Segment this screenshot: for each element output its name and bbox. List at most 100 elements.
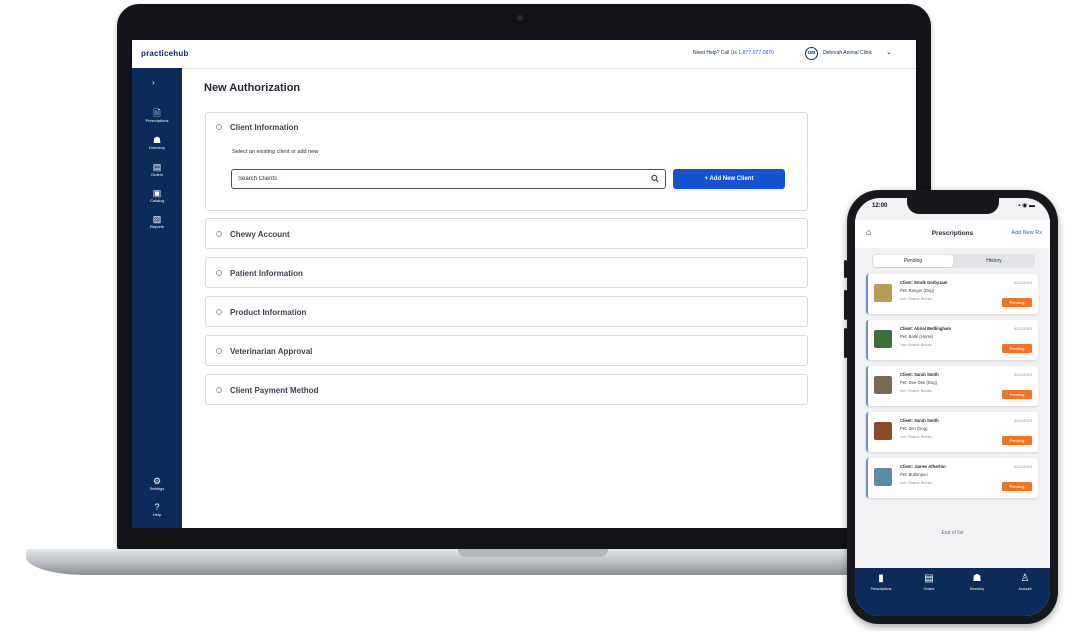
radio-icon[interactable] (216, 124, 222, 130)
patient-information-section[interactable]: Patient Information (205, 257, 808, 288)
end-of-list-text: End of list (941, 530, 964, 536)
laptop-device: practicehub Need Help? Call Us 1-877-977… (117, 4, 931, 552)
search-clients-box[interactable] (231, 169, 666, 189)
card-vet-name: Vet: Shane Becks (900, 296, 932, 301)
radio-icon[interactable] (216, 309, 222, 315)
tabbar-item-directory[interactable]: ☗ Directory (953, 573, 1001, 592)
tabbar-item-account[interactable]: ♙ Account (1001, 573, 1049, 592)
sidebar-item-help[interactable]: ? Help (132, 502, 182, 517)
sidebar-item-label: Settings (149, 486, 165, 491)
card-date: 6/21/2023 (1014, 418, 1032, 423)
paw-icon: ☗ (152, 135, 162, 145)
status-badge: Pending (1002, 436, 1032, 445)
mobile-tab-bar: ▮ Prescriptions ▤ Orders ☗ Directory ♙ Account (855, 568, 1050, 616)
radio-icon[interactable] (216, 348, 222, 354)
card-client-name: Client: Emrik Gorbyzam (900, 280, 948, 285)
section-title: Client Payment Method (230, 386, 319, 395)
status-badge: Pending (1002, 344, 1032, 353)
mobile-app-screen: 12:00 ▪ ◉ ▬ ⌂ Prescriptions Add New Rx P… (855, 198, 1050, 616)
card-pet-name: Pet: Barki (Horse) (900, 334, 934, 339)
client-payment-method-section[interactable]: Client Payment Method (205, 374, 808, 405)
tab-pending[interactable]: Pending (873, 255, 953, 267)
product-information-section[interactable]: Product Information (205, 296, 808, 327)
radio-icon[interactable] (216, 387, 222, 393)
clipboard-icon: ▤ (152, 162, 162, 172)
sidebar: › 🗎 Prescriptions ☗ Directory ▤ Orders ▣ Catalo… (132, 68, 182, 528)
radio-icon[interactable] (216, 270, 222, 276)
status-badge: Pending (1002, 298, 1032, 307)
user-menu-name[interactable]: Deborah Animal Clinic (823, 50, 872, 56)
card-date: 6/21/2023 (1014, 280, 1032, 285)
prescription-icon: ▮ (878, 573, 884, 584)
product-thumbnail (874, 284, 892, 302)
client-information-section: Client Information Select an existing cl… (205, 112, 808, 211)
tabbar-item-label: Account (1018, 587, 1032, 591)
tabbar-item-prescriptions[interactable]: ▮ Prescriptions (857, 573, 905, 592)
section-title: Patient Information (230, 269, 303, 278)
search-input[interactable] (238, 173, 633, 185)
card-vet-name: Vet: Shane Becks (900, 388, 932, 393)
prescription-card[interactable]: Client: Abrial Bedlingham Pet: Barki (Hor… (866, 320, 1038, 360)
orders-icon: ▤ (924, 573, 934, 584)
product-thumbnail (874, 422, 892, 440)
tabbar-item-label: Orders (923, 587, 935, 591)
veterinarian-approval-section[interactable]: Veterinarian Approval (205, 335, 808, 366)
tab-history[interactable]: History (954, 255, 1034, 267)
sidebar-item-label: Catalog (150, 198, 164, 203)
add-new-rx-link[interactable]: Add New Rx (1011, 230, 1042, 236)
sidebar-item-label: Orders (150, 172, 164, 177)
prescription-card[interactable]: Client: James Atherton Pet: Buttonpeo Vet:… (866, 458, 1038, 498)
sidebar-item-label: Directory (148, 145, 165, 150)
chevron-down-icon[interactable]: ⌄ (886, 48, 892, 56)
card-date: 6/21/2023 (1014, 464, 1032, 469)
sidebar-item-label: Prescriptions (145, 118, 169, 123)
card-pet-name: Pet: Ranger (Dog) (900, 288, 934, 293)
product-thumbnail (874, 330, 892, 348)
sidebar-item-directory[interactable]: ☗ Directory (132, 135, 182, 150)
card-date: 6/21/2023 (1014, 372, 1032, 377)
search-icon[interactable] (651, 174, 659, 184)
product-thumbnail (874, 468, 892, 486)
sidebar-item-label: Reports (149, 224, 164, 229)
radio-icon[interactable] (216, 231, 222, 237)
prescription-card[interactable]: Client: Sarah Smith Pet: Zen (Dog) Vet: Sh… (866, 412, 1038, 452)
status-badge: Pending (1002, 482, 1032, 491)
product-thumbnail (874, 376, 892, 394)
sidebar-item-reports[interactable]: ▨ Reports (132, 214, 182, 229)
user-avatar[interactable]: DM (805, 47, 818, 60)
reports-icon: ▨ (152, 214, 162, 224)
sidebar-item-label: Help (152, 512, 162, 517)
phone-volume-down (844, 328, 847, 358)
page-title: New Authorization (204, 82, 301, 94)
section-title[interactable]: Client Information (230, 123, 298, 132)
add-new-client-button[interactable]: + Add New Client (673, 169, 785, 189)
app-logo[interactable]: practicehub (141, 49, 189, 58)
chewy-account-section[interactable]: Chewy Account (205, 218, 808, 249)
top-bar: practicehub Need Help? Call Us 1-877-977… (132, 40, 916, 69)
sidebar-item-catalog[interactable]: ▣ Catalog (132, 188, 182, 203)
prescription-card[interactable]: Client: Sarah Smith Pet: Dee-Dee (Dog) Vet… (866, 366, 1038, 406)
section-title: Product Information (230, 308, 307, 317)
section-title: Chewy Account (230, 230, 290, 239)
card-vet-name: Vet: Shane Becks (900, 480, 932, 485)
tabbar-item-label: Directory (969, 587, 985, 591)
prescription-bottle-icon: 🗎 (153, 108, 161, 118)
sidebar-item-orders[interactable]: ▤ Orders (132, 162, 182, 177)
catalog-icon: ▣ (152, 188, 162, 198)
account-icon: ♙ (1020, 573, 1030, 584)
status-time: 12:00 (872, 203, 888, 209)
tabbar-item-label: Prescriptions (870, 587, 892, 591)
chevron-right-icon[interactable]: › (152, 78, 155, 87)
sidebar-item-prescriptions[interactable]: 🗎 Prescriptions (132, 108, 182, 123)
help-phone-link[interactable]: 1-877-977-0870 (738, 50, 774, 56)
sidebar-item-settings[interactable]: ⚙ Settings (132, 476, 182, 491)
help-line: Need Help? Call Us 1-877-977-0870 (693, 50, 774, 56)
segmented-control: Pending History (872, 254, 1035, 268)
mobile-header: ⌂ Prescriptions Add New Rx (855, 220, 1050, 248)
section-title: Veterinarian Approval (230, 347, 313, 356)
tabbar-item-orders[interactable]: ▤ Orders (905, 573, 953, 592)
card-date: 6/21/2023 (1014, 326, 1032, 331)
phone-mute-switch (844, 260, 847, 278)
status-icons: ▪ ◉ ▬ (1018, 203, 1035, 209)
prescription-card[interactable]: Client: Emrik Gorbyzam Pet: Ranger (Dog) V… (866, 274, 1038, 314)
